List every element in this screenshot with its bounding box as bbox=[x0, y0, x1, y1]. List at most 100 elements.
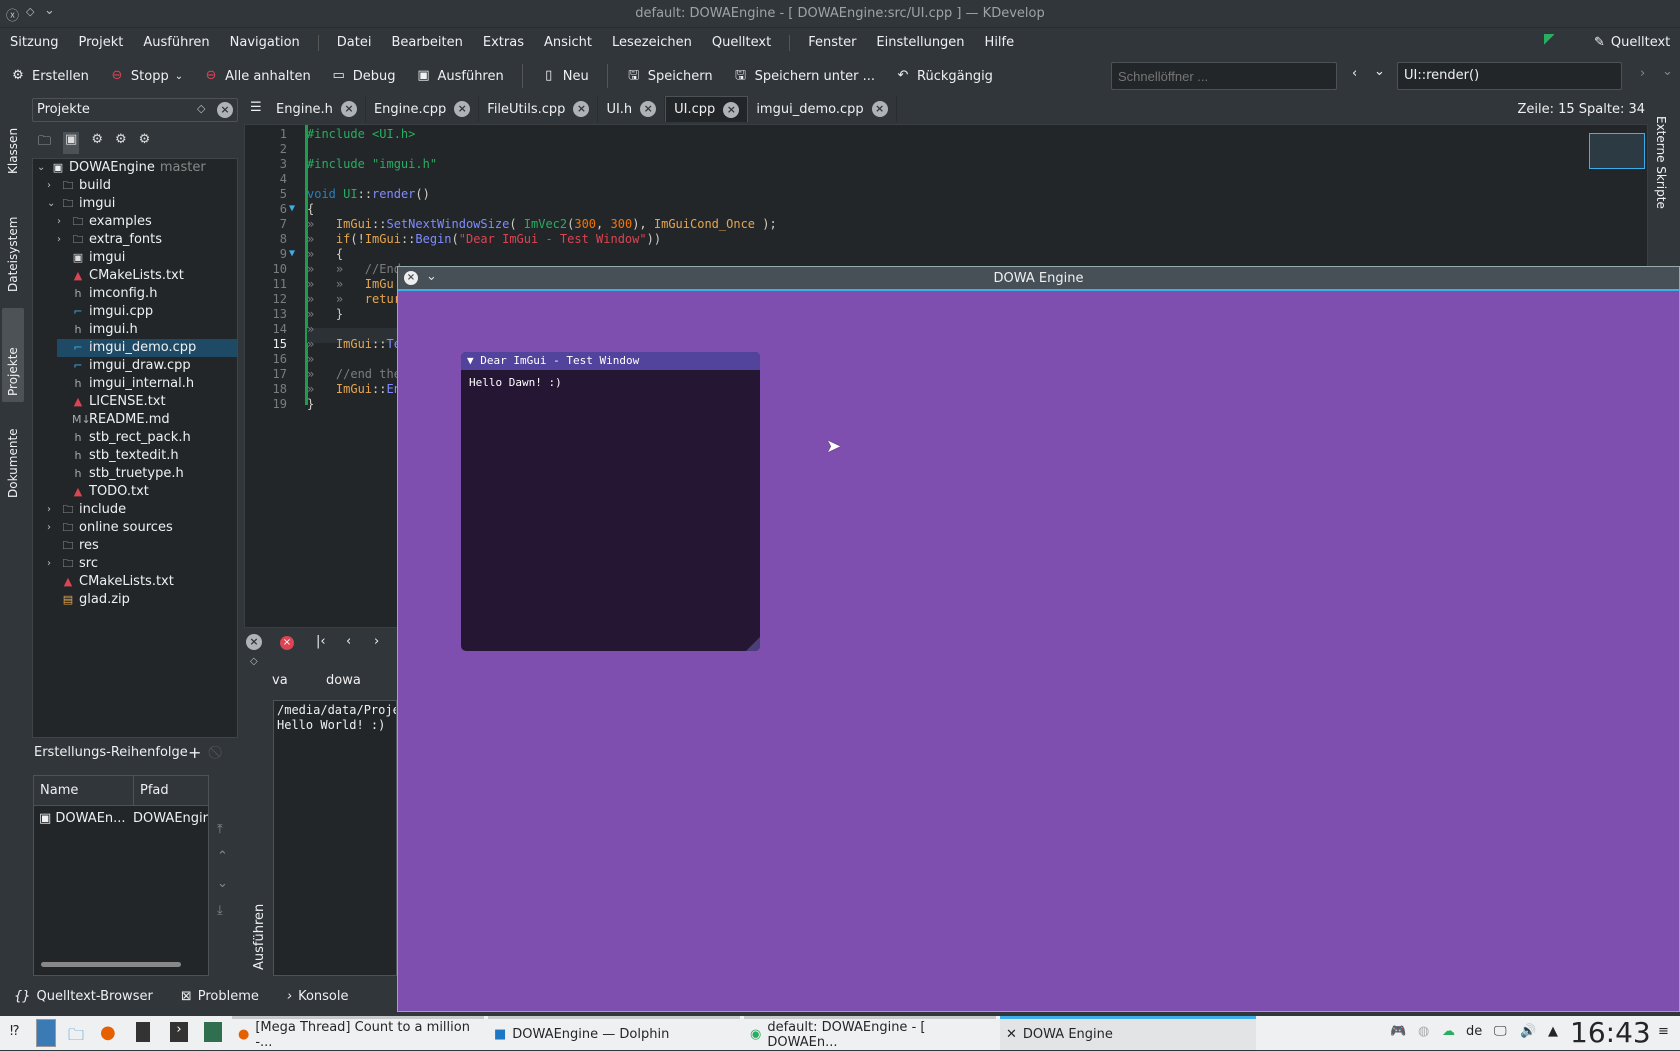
tree-item[interactable]: › 🗀 examples bbox=[57, 213, 152, 231]
close-icon[interactable]: × bbox=[640, 101, 657, 117]
chevron-down-icon[interactable]: ⌄ bbox=[1662, 64, 1673, 79]
menu-hilfe[interactable]: Hilfe bbox=[975, 32, 1025, 54]
task-dolphin[interactable]: ■ DOWAEngine — Dolphin bbox=[488, 1016, 740, 1050]
tab-externe-skripte[interactable]: Externe Skripte bbox=[1650, 110, 1672, 230]
calculator-icon[interactable] bbox=[136, 1022, 150, 1042]
new-button[interactable]: ▯ Neu bbox=[531, 62, 599, 90]
close-icon[interactable]: × bbox=[454, 101, 471, 117]
tree-item[interactable]: ⌐ imgui_demo.cpp bbox=[57, 339, 237, 357]
tab-engine-h[interactable]: Engine.h × bbox=[268, 96, 366, 122]
tree-item[interactable]: h imgui.h bbox=[57, 321, 138, 339]
next-icon[interactable]: › bbox=[374, 634, 379, 649]
tab-ui-h[interactable]: UI.h × bbox=[598, 96, 666, 122]
table-row[interactable]: ▣ DOWAEn... DOWAEngir bbox=[34, 806, 208, 832]
tree-item[interactable]: ▲ CMakeLists.txt bbox=[47, 573, 174, 591]
menu-ansicht[interactable]: Ansicht bbox=[534, 32, 602, 54]
minimap[interactable] bbox=[1589, 133, 1645, 169]
tab-output-partial[interactable]: va bbox=[272, 668, 308, 694]
float-icon[interactable]: ◇ bbox=[250, 656, 258, 667]
stop-button[interactable]: ⊖ Stopp ⌄ bbox=[99, 62, 193, 90]
menu-einstellungen[interactable]: Einstellungen bbox=[866, 32, 974, 54]
panel-menu-icon[interactable]: ≡ bbox=[1658, 1024, 1669, 1039]
forward-icon[interactable]: › bbox=[1640, 66, 1645, 81]
discord-icon[interactable]: 🎮 bbox=[1390, 1024, 1406, 1039]
tree-item[interactable]: M↓ README.md bbox=[57, 411, 170, 429]
network-icon[interactable]: 🖵 bbox=[1494, 1024, 1507, 1039]
gear-icon[interactable]: ⚙ bbox=[139, 132, 151, 154]
tree-item[interactable]: h imconfig.h bbox=[57, 285, 158, 303]
tab-ui-cpp[interactable]: UI.cpp × bbox=[665, 96, 749, 122]
expand-arrow-icon[interactable]: › bbox=[47, 177, 57, 195]
first-icon[interactable]: |‹ bbox=[316, 634, 326, 649]
tab-engine-cpp[interactable]: Engine.cpp × bbox=[366, 96, 480, 122]
keyboard-layout[interactable]: de bbox=[1466, 1024, 1482, 1039]
close-icon[interactable]: × bbox=[871, 101, 888, 117]
close-icon[interactable]: × bbox=[340, 101, 357, 117]
quick-open-input[interactable] bbox=[1111, 62, 1337, 90]
move-top-icon[interactable]: ⤒ bbox=[217, 822, 228, 837]
volume-icon[interactable]: 🔊 bbox=[1520, 1024, 1536, 1039]
stop-all-button[interactable]: ⊖ Alle anhalten bbox=[193, 62, 321, 90]
task-kdevelop[interactable]: ◉ default: DOWAEngine - [ DOWAEn... bbox=[744, 1016, 996, 1050]
undo-button[interactable]: ↶ Rückgängig bbox=[885, 62, 1003, 90]
tree-item[interactable]: h stb_truetype.h bbox=[57, 465, 184, 483]
expand-arrow-icon[interactable]: › bbox=[57, 213, 67, 231]
gear-icon[interactable]: ⚙ bbox=[91, 132, 103, 154]
tab-probleme[interactable]: ⊠ Probleme bbox=[167, 986, 273, 1008]
tab-fileutils-cpp[interactable]: FileUtils.cpp × bbox=[479, 96, 599, 122]
fold-icon[interactable]: ▼ bbox=[289, 203, 295, 214]
add-icon[interactable]: + bbox=[188, 743, 201, 762]
dolphin-icon[interactable]: 🗀 bbox=[68, 1024, 84, 1051]
tree-item[interactable]: › 🗀 include bbox=[47, 501, 126, 519]
expand-arrow-icon[interactable]: ⌄ bbox=[47, 195, 57, 213]
tree-item[interactable]: h imgui_internal.h bbox=[57, 375, 195, 393]
pager-icon[interactable] bbox=[36, 1019, 56, 1047]
cloud-icon[interactable]: ☁ bbox=[1442, 1024, 1455, 1039]
close-icon[interactable]: × bbox=[217, 102, 233, 118]
tab-output-dowa[interactable]: dowa bbox=[308, 668, 379, 694]
float-icon[interactable]: ◇ bbox=[197, 102, 205, 115]
move-bottom-icon[interactable]: ⤓ bbox=[217, 903, 228, 918]
clock[interactable]: 16:43 bbox=[1570, 1016, 1651, 1050]
menu-fenster[interactable]: Fenster bbox=[798, 32, 866, 54]
expand-arrow-icon[interactable]: › bbox=[47, 555, 57, 573]
tree-item[interactable]: ▣ imgui bbox=[57, 249, 126, 267]
menu-datei[interactable]: Datei bbox=[327, 32, 382, 54]
close-icon[interactable]: × bbox=[573, 101, 590, 117]
save-button[interactable]: 🖫 Speichern bbox=[616, 62, 723, 90]
chevron-down-icon[interactable]: ⌄ bbox=[1374, 64, 1385, 79]
tree-item[interactable]: ▲ LICENSE.txt bbox=[57, 393, 166, 411]
tree-item[interactable]: h stb_rect_pack.h bbox=[57, 429, 191, 447]
sync-icon[interactable]: ▣ bbox=[63, 132, 80, 154]
tree-item[interactable]: ▲ CMakeLists.txt bbox=[57, 267, 184, 285]
tab-dokumente[interactable]: Dokumente bbox=[2, 412, 24, 504]
imgui-test-window[interactable]: ▼ Dear ImGui - Test Window Hello Dawn! :… bbox=[461, 352, 760, 651]
move-down-icon[interactable]: ⌄ bbox=[217, 876, 228, 891]
task-firefox[interactable]: ● [Mega Thread] Count to a million -... bbox=[232, 1016, 484, 1050]
previous-icon[interactable]: ‹ bbox=[346, 634, 351, 649]
tree-item[interactable]: › 🗀 src bbox=[47, 555, 98, 573]
chevron-down-icon[interactable]: ⌄ bbox=[175, 71, 183, 82]
scrollbar[interactable] bbox=[41, 962, 181, 967]
column-header-name[interactable]: Name bbox=[34, 776, 134, 805]
context-browser-input[interactable]: UI::render() bbox=[1397, 62, 1622, 90]
run-button[interactable]: ▣ Ausführen bbox=[405, 62, 513, 90]
tab-konsole[interactable]: › Konsole bbox=[273, 986, 363, 1008]
tab-projekte[interactable]: Projekte bbox=[2, 308, 24, 402]
imgui-title-bar[interactable]: ▼ Dear ImGui - Test Window bbox=[461, 352, 760, 370]
back-icon[interactable]: ‹ bbox=[1352, 66, 1357, 81]
tree-item[interactable]: › 🗀 build bbox=[47, 177, 111, 195]
menu-bearbeiten[interactable]: Bearbeiten bbox=[381, 32, 472, 54]
tab-imgui-demo-cpp[interactable]: imgui_demo.cpp × bbox=[748, 96, 897, 122]
column-header-path[interactable]: Pfad bbox=[134, 776, 169, 805]
tree-item[interactable]: 🗀 res bbox=[47, 537, 99, 555]
app-launcher-icon[interactable]: ⁉ bbox=[10, 1024, 20, 1039]
close-icon[interactable]: × bbox=[404, 271, 418, 285]
menu-sitzung[interactable]: Sitzung bbox=[0, 32, 69, 54]
tab-quelltext-browser[interactable]: {} Quelltext-Browser bbox=[0, 986, 167, 1008]
quelltext-area-button[interactable]: ✎ Quelltext bbox=[1594, 32, 1670, 54]
resize-grip[interactable] bbox=[746, 637, 760, 651]
tab-klassen[interactable]: Klassen bbox=[2, 104, 24, 180]
close-icon[interactable]: × bbox=[723, 101, 740, 118]
close-icon[interactable]: × bbox=[246, 634, 262, 650]
